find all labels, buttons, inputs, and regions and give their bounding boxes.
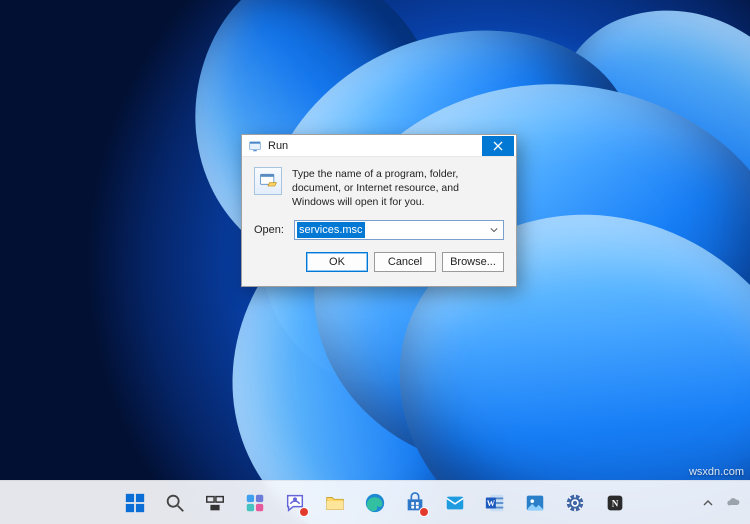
run-dialog: Run Type the name of a program, folder, … <box>241 134 517 287</box>
notification-badge <box>419 507 429 517</box>
taskbar-mail[interactable] <box>438 486 472 520</box>
notification-badge <box>299 507 309 517</box>
watermark-text: wsxdn.com <box>689 466 744 478</box>
taskbar-widgets[interactable] <box>238 486 272 520</box>
gear-icon <box>564 492 586 514</box>
chevron-down-icon[interactable] <box>486 222 502 238</box>
close-button[interactable] <box>482 136 514 156</box>
taskbar-task-view[interactable] <box>198 486 232 520</box>
svg-text:N: N <box>612 498 619 508</box>
browse-button-label: Browse... <box>450 256 496 268</box>
taskbar-app-extra[interactable]: N <box>598 486 632 520</box>
taskbar-start[interactable] <box>118 486 152 520</box>
open-combobox[interactable]: services.msc <box>294 220 504 240</box>
taskbar-center: W N <box>118 486 632 520</box>
open-label: Open: <box>254 224 286 236</box>
open-input[interactable] <box>294 220 504 240</box>
taskbar-store[interactable] <box>398 486 432 520</box>
titlebar[interactable]: Run <box>242 135 516 157</box>
run-description-icon <box>254 167 282 195</box>
cancel-button[interactable]: Cancel <box>374 252 436 272</box>
cancel-button-label: Cancel <box>388 256 422 268</box>
onedrive-icon[interactable] <box>726 495 742 511</box>
ok-button[interactable]: OK <box>306 252 368 272</box>
word-icon: W <box>484 492 506 514</box>
photos-icon <box>524 492 546 514</box>
dialog-button-row: OK Cancel Browse... <box>254 252 504 274</box>
dialog-description: Type the name of a program, folder, docu… <box>292 167 504 210</box>
taskbar-edge[interactable] <box>358 486 392 520</box>
taskbar-file-explorer[interactable] <box>318 486 352 520</box>
mail-icon <box>444 492 466 514</box>
dialog-title: Run <box>268 140 482 152</box>
task-view-icon <box>204 492 226 514</box>
widgets-icon <box>244 492 266 514</box>
system-tray <box>700 481 742 524</box>
taskbar-chat[interactable] <box>278 486 312 520</box>
taskbar-search[interactable] <box>158 486 192 520</box>
folder-icon <box>324 492 346 514</box>
taskbar-word[interactable]: W <box>478 486 512 520</box>
edge-icon <box>364 492 386 514</box>
ok-button-label: OK <box>329 256 345 268</box>
taskbar-photos[interactable] <box>518 486 552 520</box>
svg-text:W: W <box>487 498 496 507</box>
app-icon: N <box>604 492 626 514</box>
tray-chevron-up-icon[interactable] <box>700 495 716 511</box>
run-icon <box>248 139 262 153</box>
browse-button[interactable]: Browse... <box>442 252 504 272</box>
taskbar: W N <box>0 480 750 524</box>
windows-icon <box>124 492 146 514</box>
taskbar-settings[interactable] <box>558 486 592 520</box>
search-icon <box>164 492 186 514</box>
